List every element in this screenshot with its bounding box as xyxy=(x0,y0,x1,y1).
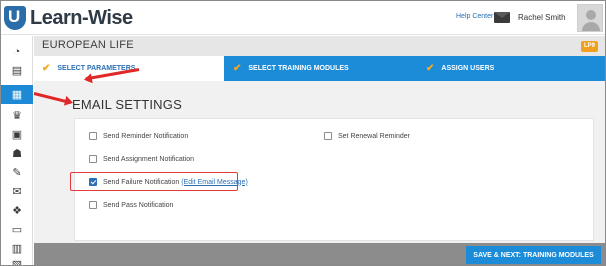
step-label: ASSIGN USERS xyxy=(441,65,495,72)
option-label: Send Assignment Notification xyxy=(103,155,195,163)
avatar[interactable] xyxy=(577,4,603,32)
users-icon: ☗ xyxy=(12,148,22,160)
logo-mark-icon xyxy=(4,6,26,30)
sidebar-item-certificates[interactable]: ❖ xyxy=(1,201,33,220)
mail-icon[interactable] xyxy=(494,12,510,23)
top-header: Learn-Wise Help Center Rachel Smith xyxy=(1,1,605,35)
assignment-notification-checkbox[interactable] xyxy=(89,155,97,163)
certificate-icon: ❖ xyxy=(12,205,22,217)
assignment-notification-option[interactable]: Send Assignment Notification xyxy=(89,155,194,163)
help-center-link[interactable]: Help Center xyxy=(456,13,493,20)
checkmark-icon: ✔ xyxy=(42,63,51,74)
pass-notification-option[interactable]: Send Pass Notification xyxy=(89,201,173,209)
step-assign-users[interactable]: ✔ ASSIGN USERS xyxy=(426,56,494,81)
sidebar-item-messages[interactable]: ✉ xyxy=(1,182,33,201)
renewal-reminder-checkbox[interactable] xyxy=(324,132,332,140)
page-title: EUROPEAN LIFE xyxy=(42,39,134,51)
envelope-icon: ✉ xyxy=(12,186,22,198)
sidebar-item-presentations[interactable]: ▣ xyxy=(1,125,33,144)
logo[interactable]: Learn-Wise xyxy=(4,6,133,30)
sidebar-item-users[interactable]: ☗ xyxy=(1,144,33,163)
save-next-button[interactable]: SAVE & NEXT: TRAINING MODULES xyxy=(466,246,601,264)
step-select-training-modules[interactable]: ✔ SELECT TRAINING MODULES xyxy=(233,56,349,81)
lp-badge: LP9 xyxy=(581,41,598,52)
checkmark-icon: ✔ xyxy=(426,63,435,74)
document-icon: ▭ xyxy=(11,224,23,236)
assignments-grid-icon: ▦ xyxy=(11,89,23,101)
option-label: Send Reminder Notification xyxy=(103,132,189,140)
email-settings-heading: EMAIL SETTINGS xyxy=(72,97,182,112)
pencil-edit-icon: ✎ xyxy=(12,167,22,179)
pass-notification-checkbox[interactable] xyxy=(89,201,97,209)
page-title-bar: EUROPEAN LIFE LP9 xyxy=(34,36,605,56)
renewal-reminder-option[interactable]: Set Renewal Reminder xyxy=(324,132,410,140)
sidebar: ◔ ▤ ▦ ♛ ▣ ☗ ✎ ✉ ❖ ▭ ▥ ▧ xyxy=(1,36,33,266)
reminder-notification-checkbox[interactable] xyxy=(89,132,97,140)
checkmark-icon: ✔ xyxy=(233,63,242,74)
logo-text: Learn-Wise xyxy=(30,6,133,29)
sidebar-item-documents[interactable]: ▭ xyxy=(1,220,33,239)
sidebar-item-dashboard[interactable]: ◔ xyxy=(1,42,33,61)
bar-chart-icon: ▥ xyxy=(11,243,23,255)
step-select-parameters[interactable]: ✔ SELECT PARAMETERS xyxy=(34,56,224,81)
sidebar-item-achievements[interactable]: ♛ xyxy=(1,106,33,125)
footer-bar: SAVE & NEXT: TRAINING MODULES xyxy=(34,243,605,265)
reports-icon: ▧ xyxy=(11,259,23,266)
sidebar-item-reports[interactable]: ▧ xyxy=(1,255,33,266)
sidebar-item-library[interactable]: ▤ xyxy=(1,61,33,80)
option-label: Set Renewal Reminder xyxy=(338,132,410,140)
book-icon: ▤ xyxy=(11,65,23,77)
option-label: Send Pass Notification xyxy=(103,201,174,209)
wizard-steps: ✔ SELECT PARAMETERS ✔ SELECT TRAINING MO… xyxy=(34,56,605,81)
app-window: Learn-Wise Help Center Rachel Smith ◔ ▤ … xyxy=(0,0,606,266)
annotation-highlight-box xyxy=(70,172,238,191)
sidebar-item-editor[interactable]: ✎ xyxy=(1,163,33,182)
presentation-icon: ▣ xyxy=(11,129,23,141)
sidebar-item-assignments[interactable]: ▦ xyxy=(1,85,33,104)
user-name[interactable]: Rachel Smith xyxy=(518,13,566,22)
step-label: SELECT TRAINING MODULES xyxy=(248,65,349,72)
dashboard-icon: ◔ xyxy=(13,45,21,58)
trophy-icon: ♛ xyxy=(12,110,22,122)
reminder-notification-option[interactable]: Send Reminder Notification xyxy=(89,132,188,140)
